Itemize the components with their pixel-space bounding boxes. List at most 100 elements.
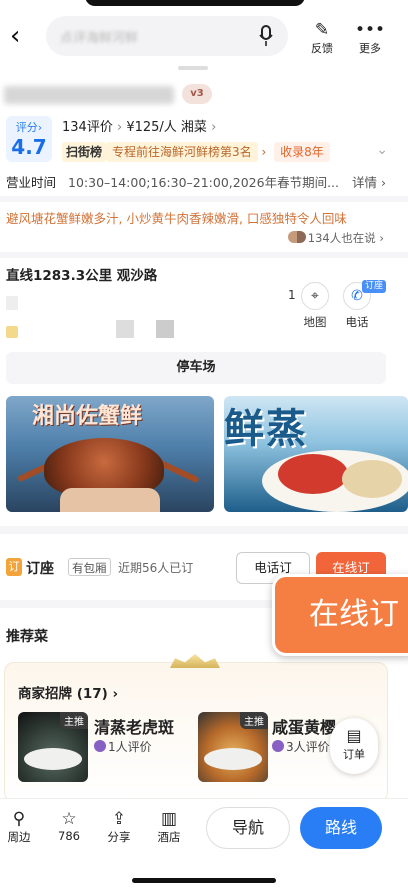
lock-icon: [6, 326, 18, 338]
hotel-button[interactable]: ▥ 酒店: [152, 809, 186, 845]
favorite-button[interactable]: ☆ 786: [52, 809, 86, 843]
route-button[interactable]: 路线: [300, 807, 382, 849]
avg-price: ¥125/人: [126, 120, 177, 135]
restaurant-name-redacted: [4, 86, 174, 104]
more-label: 更多: [359, 42, 381, 55]
highlight-quote[interactable]: 避风塘花蟹鲜嫩多汁, 小炒黄牛肉香辣嫩滑, 口感独特令人回味: [6, 208, 347, 227]
back-icon[interactable]: ‹: [10, 22, 34, 50]
edit-icon: ✎: [314, 20, 330, 40]
recent-bookings: 近期56人已订: [118, 561, 194, 575]
banner-title: 鲜蒸: [224, 406, 308, 452]
score-box[interactable]: 评分› 4.7: [6, 116, 52, 162]
share-label: 分享: [107, 830, 131, 844]
recommend-title: 推荐菜: [6, 629, 48, 645]
address-redacted: [6, 296, 18, 310]
map-pin-icon: ⌖: [301, 282, 329, 310]
dish-eval: 1人评价: [94, 738, 152, 755]
promo-banner-steam[interactable]: 鲜蒸: [224, 396, 408, 512]
share-button[interactable]: ⇪ 分享: [102, 809, 136, 845]
status-pill: [85, 0, 305, 6]
search-input[interactable]: 点评海鲜河鲜: [46, 16, 288, 56]
avatar: [94, 740, 106, 752]
share-icon: ⇪: [111, 809, 127, 829]
years-tag: 收录8年: [274, 142, 330, 162]
business-hours-row[interactable]: 营业时间 10:30–14:00;16:30–21:00,2026年春节期间..…: [6, 172, 402, 191]
dish-eval-text: 3人评价: [286, 740, 330, 754]
rating-summary[interactable]: 134评价 › ¥125/人 湘菜 ›: [62, 116, 216, 135]
address-redacted: [156, 320, 174, 338]
call-badge: 订座: [362, 280, 387, 293]
location-count: 1: [288, 288, 296, 302]
dish-name[interactable]: 清蒸老虎斑: [94, 714, 174, 738]
avatar: [272, 740, 284, 752]
rank-tag: 扫街榜: [62, 142, 107, 162]
more-dots-icon: •••: [354, 20, 386, 40]
sheet-handle[interactable]: [178, 66, 208, 70]
people-saying[interactable]: 134人也在说 ›: [287, 230, 384, 246]
favorite-count: 786: [58, 829, 80, 843]
plate-image: [24, 748, 82, 770]
parking-button[interactable]: 停车场: [6, 352, 386, 384]
microphone-icon[interactable]: [258, 25, 274, 47]
top-bar: ‹ 点评海鲜河鲜 ✎ 反馈 ••• 更多: [0, 14, 408, 62]
dish-image[interactable]: 主推: [18, 712, 88, 782]
booking-icon: 订: [6, 558, 22, 576]
order-label: 订单: [343, 748, 365, 761]
search-placeholder: 点评海鲜河鲜: [60, 31, 139, 46]
home-indicator[interactable]: [132, 878, 276, 883]
promo-banner-crab[interactable]: 湘尚佐蟹鲜: [6, 396, 214, 512]
vip-badge: v3: [182, 84, 212, 104]
crown-icon: [170, 654, 220, 668]
section-divider: [0, 252, 408, 258]
banner-title: 湘尚佐蟹鲜: [32, 404, 143, 429]
hours-label: 营业时间: [6, 175, 57, 190]
food-image: [278, 454, 348, 494]
signature-dishes-link[interactable]: 商家招牌 (17) ›: [18, 682, 118, 702]
restaurant-name-row: v3: [4, 82, 404, 108]
section-divider: [0, 526, 408, 534]
distance-address[interactable]: 直线1283.3公里 观沙路: [6, 264, 157, 284]
score-arrow: ›: [37, 121, 43, 134]
dish-eval-text: 1人评价: [108, 740, 152, 754]
section-divider: [0, 196, 408, 202]
feedback-button[interactable]: ✎ 反馈: [302, 20, 342, 56]
order-button[interactable]: ▤ 订单: [330, 718, 378, 774]
private-room-tag: 有包厢: [68, 558, 111, 576]
star-icon: ☆: [61, 809, 77, 829]
floating-online-booking-button[interactable]: 在线订: [272, 574, 408, 656]
hours-value: 10:30–14:00;16:30–21:00,2026年春节期间...: [68, 175, 340, 190]
order-icon: ▤: [346, 726, 362, 745]
rank-row[interactable]: 扫街榜 专程前往海鲜河鲜榜第3名 › 收录8年: [62, 142, 330, 162]
hand-image: [60, 488, 160, 512]
dish-eval: 3人评价: [272, 738, 330, 755]
booking-title: 订座: [26, 561, 54, 577]
navigate-button[interactable]: 导航: [206, 807, 290, 849]
avatar: [287, 231, 306, 243]
map-label: 地图: [303, 315, 327, 329]
people-saying-text: 134人也在说 ›: [307, 231, 384, 245]
featured-tag: 主推: [60, 712, 88, 729]
score-label: 评分: [15, 121, 38, 134]
dish-image[interactable]: 主推: [198, 712, 268, 782]
food-image: [342, 460, 402, 498]
feedback-label: 反馈: [311, 42, 333, 55]
bottom-bar: ⚲ 周边 ☆ 786 ⇪ 分享 ▥ 酒店 导航 路线: [0, 798, 408, 858]
chevron-down-icon[interactable]: ⌄: [376, 142, 388, 158]
rank-text: 专程前往海鲜河鲜榜第3名: [106, 142, 258, 162]
dish-name[interactable]: 咸蛋黄樱: [272, 714, 336, 738]
score-value: 4.7: [11, 135, 47, 159]
cuisine-label: 湘菜: [180, 120, 207, 135]
hours-detail-link[interactable]: 详情 ›: [352, 172, 386, 191]
nearby-button[interactable]: ⚲ 周边: [2, 809, 36, 845]
search-icon: ⚲: [12, 809, 26, 829]
address-redacted: [116, 320, 134, 338]
nearby-label: 周边: [7, 830, 31, 844]
hotel-icon: ▥: [160, 809, 178, 829]
phone-label: 电话: [345, 315, 369, 329]
review-count: 134评价: [62, 120, 113, 135]
more-button[interactable]: ••• 更多: [350, 20, 390, 56]
map-button[interactable]: ⌖ 地图: [300, 282, 330, 330]
plate-image: [204, 748, 262, 770]
featured-tag: 主推: [240, 712, 268, 729]
hotel-label: 酒店: [157, 830, 181, 844]
